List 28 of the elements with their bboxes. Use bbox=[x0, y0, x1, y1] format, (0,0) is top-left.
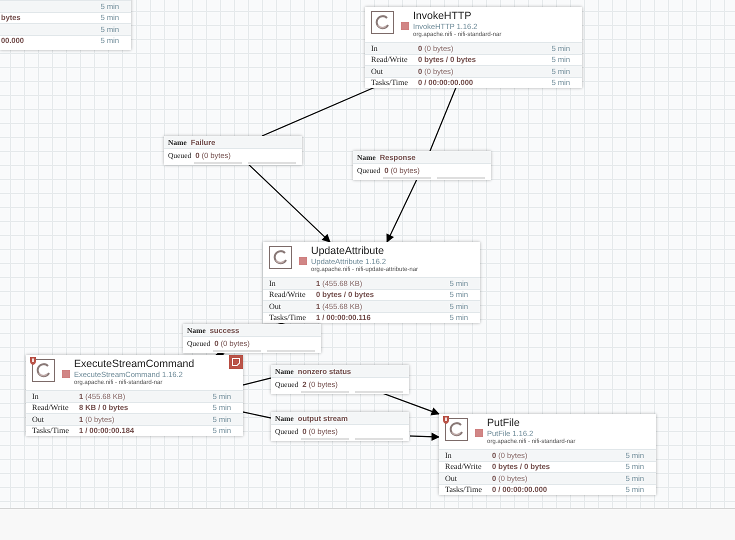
stat-label: Read/Write bbox=[444, 462, 483, 472]
stat-label: Tasks/Time bbox=[268, 313, 307, 322]
processor-name: PutFile bbox=[487, 418, 521, 429]
processor-icon bbox=[32, 359, 55, 382]
stat-label: Out bbox=[31, 414, 45, 424]
stat-label: In bbox=[31, 392, 40, 401]
processor-icon bbox=[445, 418, 468, 441]
processor-name: InvokeHTTP bbox=[413, 11, 472, 22]
connection-line bbox=[242, 377, 272, 386]
connection-arrow bbox=[410, 432, 440, 441]
processor-icon bbox=[269, 246, 292, 269]
connection-line bbox=[242, 411, 272, 419]
stat-label: Tasks/Time bbox=[444, 485, 483, 494]
bulletin-button[interactable] bbox=[229, 355, 243, 369]
stat-label: Read/Write bbox=[31, 403, 70, 412]
processor-name: ExecuteStreamCommand bbox=[74, 359, 194, 370]
stat-label: Read/Write bbox=[370, 55, 409, 64]
stat-label: Out bbox=[444, 474, 458, 483]
processor-name: UpdateAttribute bbox=[311, 246, 385, 257]
stat-label: In bbox=[370, 44, 379, 53]
stat-label: Read/Write bbox=[268, 290, 307, 300]
stat-label: Out bbox=[268, 302, 282, 311]
stat-label: In bbox=[268, 278, 277, 288]
stat-label: Tasks/Time bbox=[370, 78, 409, 88]
stat-label: Tasks/Time bbox=[31, 426, 70, 436]
processor-icon bbox=[371, 11, 394, 34]
stat-label: In bbox=[444, 450, 453, 460]
stat-label: Out bbox=[370, 66, 384, 76]
